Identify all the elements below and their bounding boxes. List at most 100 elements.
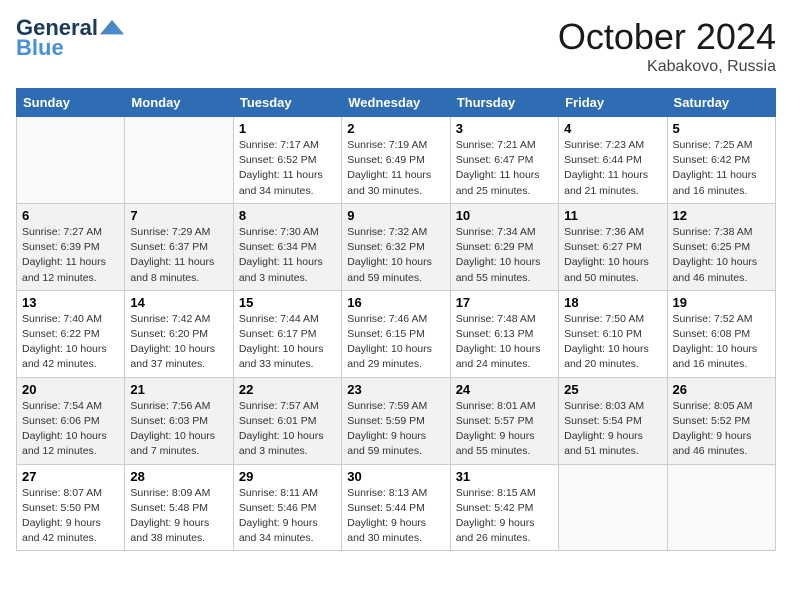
day-info: Sunrise: 7:44 AM Sunset: 6:17 PM Dayligh… (239, 312, 336, 373)
day-cell: 25Sunrise: 8:03 AM Sunset: 5:54 PM Dayli… (559, 377, 667, 464)
day-cell: 10 Sunrise: 7:34 AM Sunset: 6:29 PM Dayli… (450, 203, 558, 290)
day-number: 6 (22, 208, 119, 223)
day-cell: 30 Sunrise: 8:13 AM Sunset: 5:44 PM Dayli… (342, 464, 450, 551)
day-info: Sunrise: 7:50 AM Sunset: 6:10 PM Dayligh… (564, 312, 661, 373)
day-info: Sunrise: 7:25 AM Sunset: 6:42 PM Dayligh… (673, 138, 770, 199)
col-header-thursday: Thursday (450, 89, 558, 117)
day-cell: 3 Sunrise: 7:21 AM Sunset: 6:47 PM Daylig… (450, 117, 558, 204)
day-info: Sunrise: 7:54 AM Sunset: 6:06 PM Dayligh… (22, 399, 119, 460)
day-cell: 27 Sunrise: 8:07 AM Sunset: 5:50 PM Dayli… (17, 464, 125, 551)
day-cell: 5Sunrise: 7:25 AM Sunset: 6:42 PM Daylig… (667, 117, 775, 204)
location-subtitle: Kabakovo, Russia (558, 58, 776, 76)
day-number: 3 (456, 121, 553, 136)
day-number: 22 (239, 382, 336, 397)
day-number: 1 (239, 121, 336, 136)
day-number: 9 (347, 208, 444, 223)
day-number: 19 (673, 295, 770, 310)
day-cell: 12 Sunrise: 7:38 AM Sunset: 6:25 PM Dayli… (667, 203, 775, 290)
col-header-friday: Friday (559, 89, 667, 117)
day-number: 29 (239, 469, 336, 484)
day-cell: 9Sunrise: 7:32 AM Sunset: 6:32 PM Daylig… (342, 203, 450, 290)
day-number: 8 (239, 208, 336, 223)
header-row: SundayMondayTuesdayWednesdayThursdayFrid… (17, 89, 776, 117)
day-number: 11 (564, 208, 661, 223)
day-info: Sunrise: 7:56 AM Sunset: 6:03 PM Dayligh… (130, 399, 227, 460)
day-cell: 21 Sunrise: 7:56 AM Sunset: 6:03 PM Dayli… (125, 377, 233, 464)
day-cell: 18 Sunrise: 7:50 AM Sunset: 6:10 PM Dayli… (559, 290, 667, 377)
day-number: 28 (130, 469, 227, 484)
day-number: 30 (347, 469, 444, 484)
day-number: 4 (564, 121, 661, 136)
day-number: 10 (456, 208, 553, 223)
day-info: Sunrise: 8:13 AM Sunset: 5:44 PM Dayligh… (347, 486, 444, 547)
day-info: Sunrise: 7:36 AM Sunset: 6:27 PM Dayligh… (564, 225, 661, 286)
col-header-wednesday: Wednesday (342, 89, 450, 117)
col-header-sunday: Sunday (17, 89, 125, 117)
day-info: Sunrise: 7:21 AM Sunset: 6:47 PM Dayligh… (456, 138, 553, 199)
day-number: 14 (130, 295, 227, 310)
day-info: Sunrise: 8:15 AM Sunset: 5:42 PM Dayligh… (456, 486, 553, 547)
day-info: Sunrise: 8:11 AM Sunset: 5:46 PM Dayligh… (239, 486, 336, 547)
day-info: Sunrise: 8:07 AM Sunset: 5:50 PM Dayligh… (22, 486, 119, 547)
day-info: Sunrise: 7:38 AM Sunset: 6:25 PM Dayligh… (673, 225, 770, 286)
day-number: 12 (673, 208, 770, 223)
day-number: 20 (22, 382, 119, 397)
day-number: 16 (347, 295, 444, 310)
day-cell (17, 117, 125, 204)
day-cell: 14 Sunrise: 7:42 AM Sunset: 6:20 PM Dayli… (125, 290, 233, 377)
col-header-tuesday: Tuesday (233, 89, 341, 117)
week-row-4: 20 Sunrise: 7:54 AM Sunset: 6:06 PM Dayli… (17, 377, 776, 464)
day-number: 15 (239, 295, 336, 310)
day-number: 2 (347, 121, 444, 136)
page-header: General Blue October 2024 Kabakovo, Russ… (16, 16, 776, 76)
day-cell: 2 Sunrise: 7:19 AM Sunset: 6:49 PM Daylig… (342, 117, 450, 204)
day-cell: 31 Sunrise: 8:15 AM Sunset: 5:42 PM Dayli… (450, 464, 558, 551)
week-row-1: 1 Sunrise: 7:17 AM Sunset: 6:52 PM Daylig… (17, 117, 776, 204)
day-cell: 16Sunrise: 7:46 AM Sunset: 6:15 PM Dayli… (342, 290, 450, 377)
week-row-2: 6Sunrise: 7:27 AM Sunset: 6:39 PM Daylig… (17, 203, 776, 290)
week-row-5: 27 Sunrise: 8:07 AM Sunset: 5:50 PM Dayli… (17, 464, 776, 551)
day-cell: 28 Sunrise: 8:09 AM Sunset: 5:48 PM Dayli… (125, 464, 233, 551)
day-number: 18 (564, 295, 661, 310)
logo: General Blue (16, 16, 124, 60)
day-cell (125, 117, 233, 204)
day-info: Sunrise: 8:05 AM Sunset: 5:52 PM Dayligh… (673, 399, 770, 460)
title-block: October 2024 Kabakovo, Russia (558, 16, 776, 76)
day-info: Sunrise: 7:40 AM Sunset: 6:22 PM Dayligh… (22, 312, 119, 373)
day-number: 21 (130, 382, 227, 397)
day-info: Sunrise: 7:29 AM Sunset: 6:37 PM Dayligh… (130, 225, 227, 286)
day-info: Sunrise: 7:52 AM Sunset: 6:08 PM Dayligh… (673, 312, 770, 373)
day-cell: 1 Sunrise: 7:17 AM Sunset: 6:52 PM Daylig… (233, 117, 341, 204)
day-cell (559, 464, 667, 551)
day-info: Sunrise: 8:01 AM Sunset: 5:57 PM Dayligh… (456, 399, 553, 460)
col-header-monday: Monday (125, 89, 233, 117)
day-cell: 17Sunrise: 7:48 AM Sunset: 6:13 PM Dayli… (450, 290, 558, 377)
calendar-table: SundayMondayTuesdayWednesdayThursdayFrid… (16, 88, 776, 551)
month-title: October 2024 (558, 16, 776, 58)
day-cell: 13 Sunrise: 7:40 AM Sunset: 6:22 PM Dayli… (17, 290, 125, 377)
day-number: 27 (22, 469, 119, 484)
day-cell: 29 Sunrise: 8:11 AM Sunset: 5:46 PM Dayli… (233, 464, 341, 551)
day-info: Sunrise: 7:34 AM Sunset: 6:29 PM Dayligh… (456, 225, 553, 286)
day-info: Sunrise: 7:42 AM Sunset: 6:20 PM Dayligh… (130, 312, 227, 373)
day-cell: 22 Sunrise: 7:57 AM Sunset: 6:01 PM Dayli… (233, 377, 341, 464)
day-cell: 15 Sunrise: 7:44 AM Sunset: 6:17 PM Dayli… (233, 290, 341, 377)
day-cell: 7Sunrise: 7:29 AM Sunset: 6:37 PM Daylig… (125, 203, 233, 290)
day-cell: 24Sunrise: 8:01 AM Sunset: 5:57 PM Dayli… (450, 377, 558, 464)
day-info: Sunrise: 8:09 AM Sunset: 5:48 PM Dayligh… (130, 486, 227, 547)
day-cell: 26Sunrise: 8:05 AM Sunset: 5:52 PM Dayli… (667, 377, 775, 464)
day-info: Sunrise: 7:59 AM Sunset: 5:59 PM Dayligh… (347, 399, 444, 460)
day-cell: 19 Sunrise: 7:52 AM Sunset: 6:08 PM Dayli… (667, 290, 775, 377)
day-cell: 6Sunrise: 7:27 AM Sunset: 6:39 PM Daylig… (17, 203, 125, 290)
day-number: 25 (564, 382, 661, 397)
day-info: Sunrise: 7:57 AM Sunset: 6:01 PM Dayligh… (239, 399, 336, 460)
day-cell: 20 Sunrise: 7:54 AM Sunset: 6:06 PM Dayli… (17, 377, 125, 464)
day-info: Sunrise: 7:19 AM Sunset: 6:49 PM Dayligh… (347, 138, 444, 199)
day-info: Sunrise: 7:23 AM Sunset: 6:44 PM Dayligh… (564, 138, 661, 199)
day-number: 23 (347, 382, 444, 397)
day-number: 31 (456, 469, 553, 484)
day-cell: 11 Sunrise: 7:36 AM Sunset: 6:27 PM Dayli… (559, 203, 667, 290)
day-info: Sunrise: 7:48 AM Sunset: 6:13 PM Dayligh… (456, 312, 553, 373)
day-number: 13 (22, 295, 119, 310)
day-info: Sunrise: 7:17 AM Sunset: 6:52 PM Dayligh… (239, 138, 336, 199)
